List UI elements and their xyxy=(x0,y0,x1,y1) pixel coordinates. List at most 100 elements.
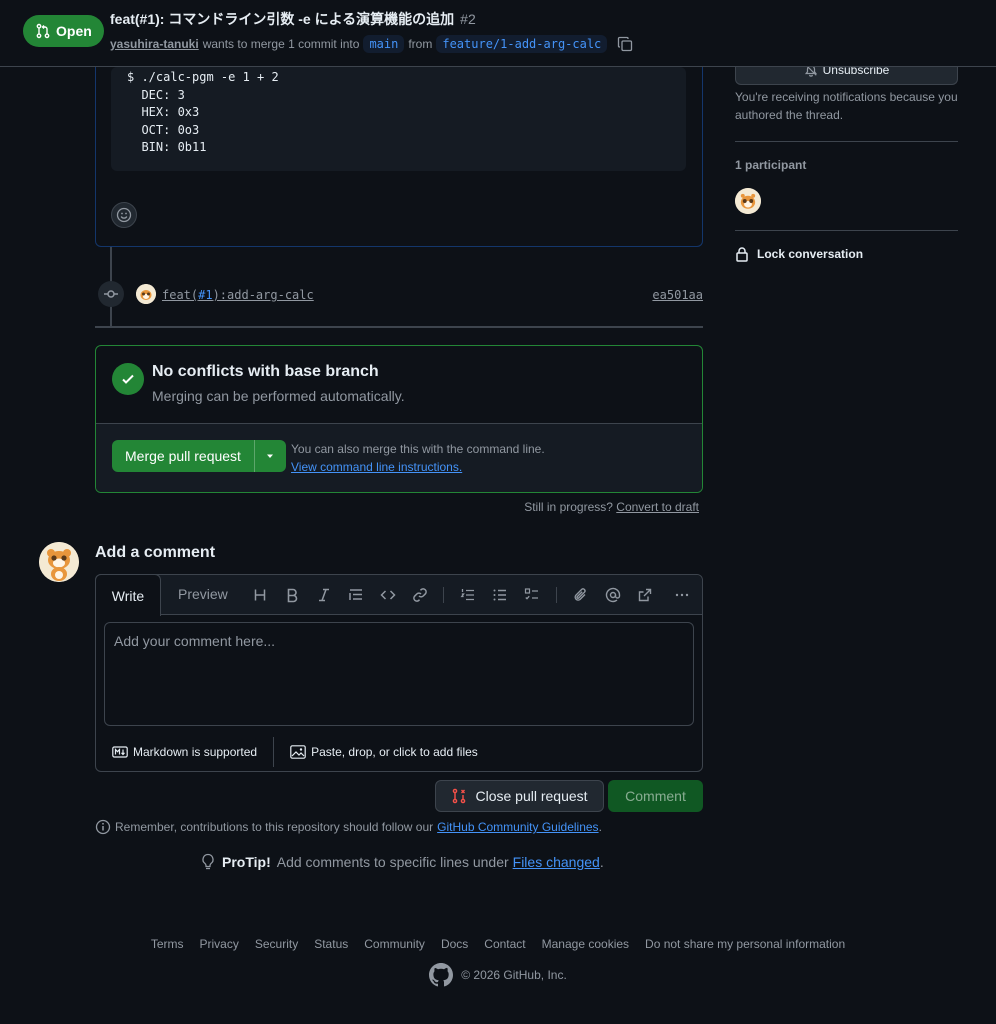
pr-title: feat(#1): コマンドライン引数 -e による演算機能の追加 #2 xyxy=(110,9,476,29)
paperclip-icon[interactable] xyxy=(571,585,591,605)
commit-msg-suffix: ):add-arg-calc xyxy=(212,288,314,302)
toolbar-divider xyxy=(556,587,557,603)
pr-state-label: Open xyxy=(56,23,92,39)
copy-icon[interactable] xyxy=(617,36,633,52)
triangle-down-icon xyxy=(267,454,274,458)
head-branch[interactable]: feature/1-add-arg-calc xyxy=(436,35,608,53)
commit-icon xyxy=(98,281,124,307)
commit-sha-link[interactable]: ea501aa xyxy=(652,288,703,302)
merge-hint: You can also merge this with the command… xyxy=(291,440,545,476)
tanuki-avatar-icon xyxy=(136,284,156,304)
commit-issue-link[interactable]: #1 xyxy=(198,288,212,302)
lock-conversation-label: Lock conversation xyxy=(757,247,864,261)
code-block: $ ./calc-pgm -e 1 + 2 DEC: 3 HEX: 0x3 OC… xyxy=(111,67,686,171)
pr-state-badge: Open xyxy=(23,15,104,47)
participants-heading: 1 participant xyxy=(735,158,807,172)
close-pull-request-button[interactable]: Close pull request xyxy=(435,780,604,812)
comment-editor: Write Preview Add your comment here... M… xyxy=(95,574,703,772)
code-line: BIN: 0b11 xyxy=(127,140,207,154)
image-icon xyxy=(290,745,306,759)
git-pull-request-closed-icon xyxy=(453,788,466,804)
protip-end: . xyxy=(599,854,604,870)
draft-line: Still in progress? Convert to draft xyxy=(524,500,699,514)
footer-link[interactable]: Status xyxy=(314,937,348,951)
footer-link[interactable]: Terms xyxy=(151,937,184,951)
code-line: OCT: 0o3 xyxy=(127,122,200,137)
convert-to-draft-link[interactable]: Convert to draft xyxy=(616,500,699,514)
editor-toolbar: Write Preview xyxy=(95,574,702,616)
pr-number: #2 xyxy=(460,11,476,27)
notification-reason: You're receiving notifications because y… xyxy=(735,90,958,122)
from-text: from xyxy=(408,37,433,51)
comment-placeholder: Add your comment here... xyxy=(114,633,276,649)
merge-text: wants to merge 1 commit into xyxy=(202,37,360,51)
code-line: HEX: 0x3 xyxy=(127,105,200,119)
community-guidelines-link[interactable]: GitHub Community Guidelines xyxy=(437,820,598,834)
merge-pull-request-button[interactable]: Merge pull request xyxy=(112,440,254,472)
footer-link[interactable]: Manage cookies xyxy=(542,937,629,951)
light-bulb-icon xyxy=(202,853,214,870)
lock-icon xyxy=(736,247,748,262)
protip-label: ProTip! xyxy=(222,854,271,870)
timeline-break xyxy=(95,326,703,328)
attach-files-button[interactable]: Paste, drop, or click to add files xyxy=(274,737,494,767)
footer-link[interactable]: Do not share my personal information xyxy=(645,937,845,951)
code-icon[interactable] xyxy=(378,585,398,605)
lock-conversation-button[interactable]: Lock conversation xyxy=(735,246,863,262)
command-line-instructions-link[interactable]: View command line instructions. xyxy=(291,460,462,474)
participant-avatar[interactable] xyxy=(735,188,761,214)
merge-status-subtitle: Merging can be performed automatically. xyxy=(152,388,405,404)
commit-message-link[interactable]: feat(#1):add-arg-calc xyxy=(162,288,314,302)
base-branch[interactable]: main xyxy=(363,35,405,53)
numbered-list-icon[interactable] xyxy=(458,585,478,605)
merge-method-dropdown[interactable] xyxy=(253,440,286,472)
code-line: $ ./calc-pgm -e 1 + 2 xyxy=(127,70,279,84)
sticky-pr-header: Open feat(#1): コマンドライン引数 -e による演算機能の追加 #2… xyxy=(0,0,996,67)
heading-icon[interactable] xyxy=(250,585,270,605)
markdown-support-note[interactable]: Markdown is supported xyxy=(96,737,273,767)
commit-msg-prefix: feat( xyxy=(162,288,199,302)
footer-link[interactable]: Contact xyxy=(484,937,525,951)
unordered-list-icon[interactable] xyxy=(490,585,510,605)
markdown-support-label: Markdown is supported xyxy=(133,745,258,759)
task-list-icon[interactable] xyxy=(522,585,542,605)
add-reaction-button[interactable] xyxy=(111,202,137,228)
files-changed-link[interactable]: Files changed xyxy=(513,854,600,870)
comment-textarea[interactable]: Add your comment here... xyxy=(104,622,694,726)
tab-preview[interactable]: Preview xyxy=(178,586,228,602)
footer-link[interactable]: Privacy xyxy=(200,937,239,951)
italic-icon[interactable] xyxy=(314,585,334,605)
sidebar-divider xyxy=(735,141,958,142)
mention-icon[interactable] xyxy=(603,585,623,605)
cross-reference-icon[interactable] xyxy=(635,585,655,605)
markdown-icon xyxy=(112,746,128,758)
toolbar-divider xyxy=(443,587,444,603)
guidelines-end: . xyxy=(598,820,602,834)
code-line: DEC: 3 xyxy=(127,87,185,102)
merge-status-title: No conflicts with base branch xyxy=(152,363,379,380)
quote-icon[interactable] xyxy=(346,585,366,605)
smiley-icon xyxy=(116,207,132,223)
footer-link[interactable]: Docs xyxy=(441,937,468,951)
footer-copyright: © 2026 GitHub, Inc. xyxy=(0,963,996,987)
commit-author-avatar[interactable] xyxy=(136,284,156,304)
pr-author-link[interactable]: yasuhira-tanuki xyxy=(110,37,199,51)
attach-files-label: Paste, drop, or click to add files xyxy=(311,745,478,759)
close-pull-request-label: Close pull request xyxy=(475,788,588,804)
more-options-icon[interactable] xyxy=(672,585,692,605)
link-icon[interactable] xyxy=(410,585,430,605)
bold-icon[interactable] xyxy=(282,585,302,605)
editor-footer: Markdown is supported Paste, drop, or cl… xyxy=(96,733,702,771)
tab-write[interactable]: Write xyxy=(95,574,161,616)
guidelines-note: Remember, contributions to this reposito… xyxy=(95,819,602,835)
comment-submit-button[interactable]: Comment xyxy=(608,780,703,812)
github-mark-icon[interactable] xyxy=(429,963,454,987)
footer-link[interactable]: Security xyxy=(255,937,298,951)
current-user-avatar[interactable] xyxy=(39,542,79,582)
pr-meta: yasuhira-tanuki wants to merge 1 commit … xyxy=(110,35,633,53)
git-pull-request-icon xyxy=(36,23,50,39)
draft-text: Still in progress? xyxy=(524,500,613,514)
footer-link[interactable]: Community xyxy=(364,937,425,951)
copyright-text: © 2026 GitHub, Inc. xyxy=(461,968,567,982)
add-comment-heading: Add a comment xyxy=(95,544,216,561)
